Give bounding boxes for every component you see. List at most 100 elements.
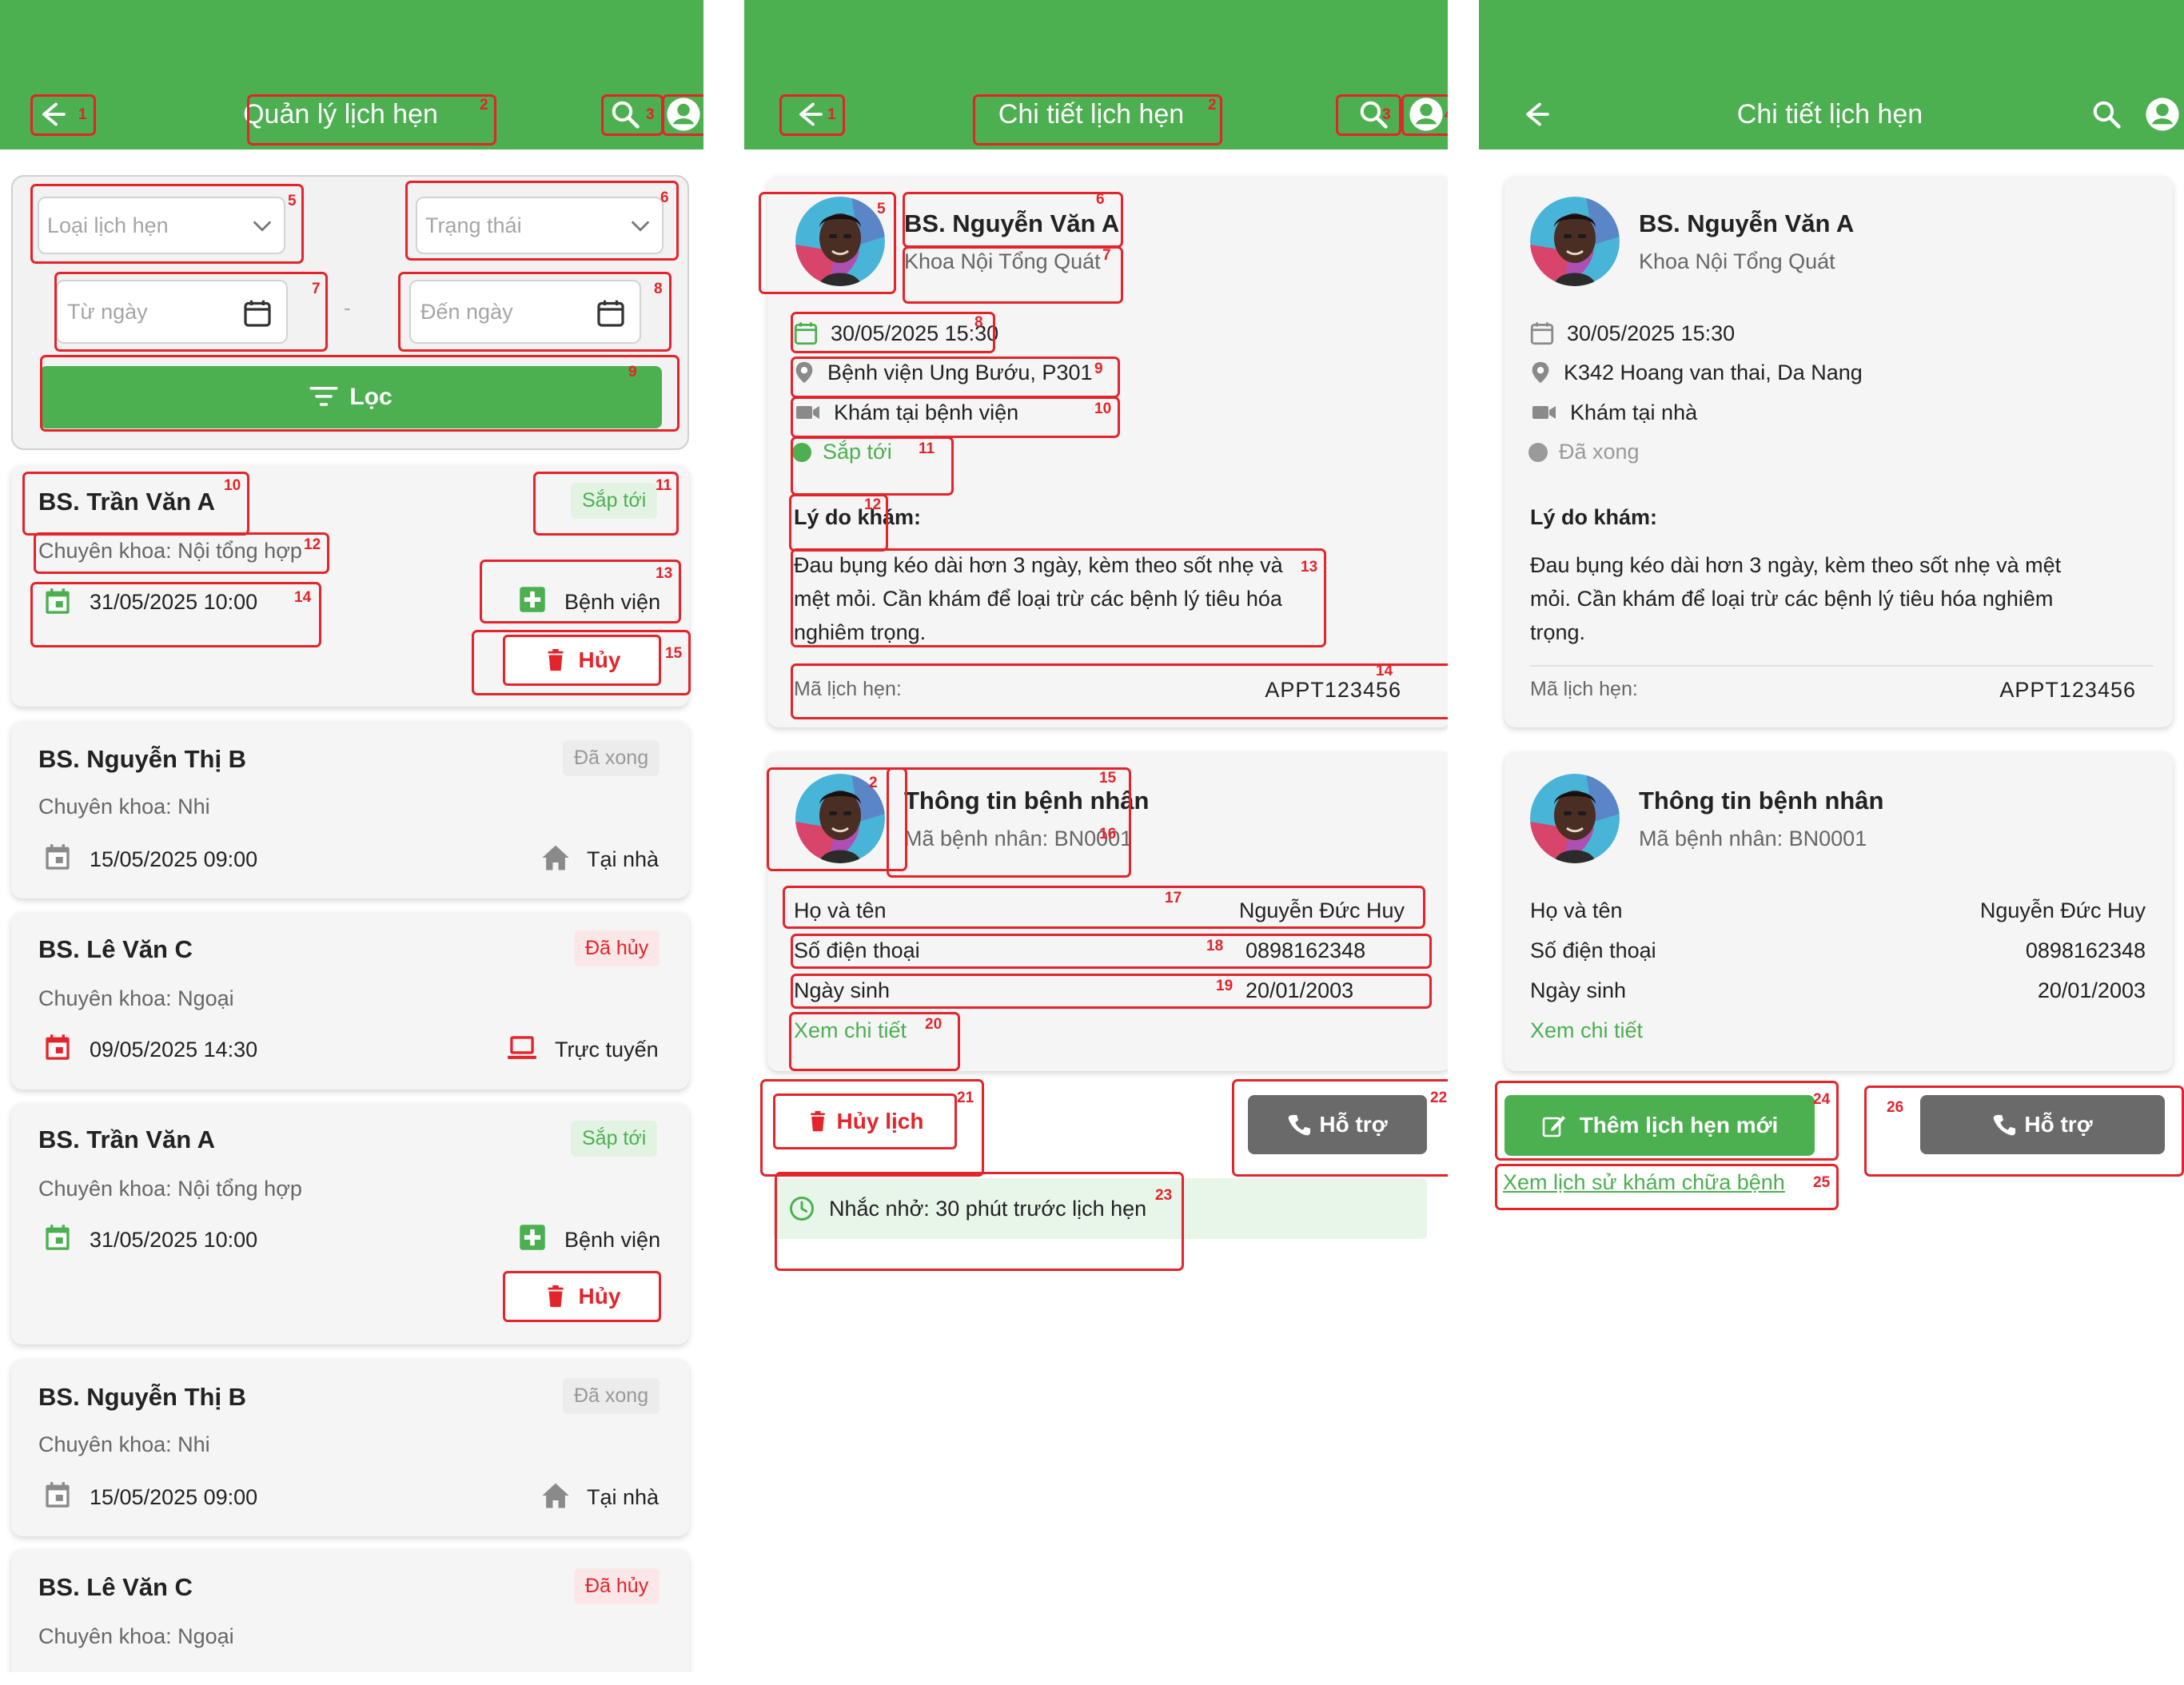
patient-phone: 0898162348 xyxy=(2025,938,2146,962)
appointment-status: Đã xong xyxy=(1559,440,1640,464)
annotation-box xyxy=(791,663,1448,719)
annotation-box xyxy=(791,312,995,353)
annotation-number: 20 xyxy=(925,1016,943,1033)
map-pin-icon xyxy=(1532,361,1549,384)
doctor-specialty: Chuyên khoa: Ngoại xyxy=(38,986,234,1010)
doctor-name: BS. Lê Văn C xyxy=(38,1573,193,1601)
annotation-box xyxy=(480,560,681,623)
annotation-box xyxy=(662,94,703,136)
page-title: Chi tiết lịch hẹn xyxy=(1736,99,1923,129)
annotation-box xyxy=(54,272,328,352)
appointment-datetime: 09/05/2025 14:30 xyxy=(90,1038,258,1062)
appointment-code: APPT123456 xyxy=(1999,678,2136,702)
annotation-box xyxy=(405,181,679,261)
doctor-name: BS. Nguyễn Thị B xyxy=(38,745,247,773)
annotation-box xyxy=(472,630,691,695)
patient-name-label: Họ và tên xyxy=(1530,898,1623,922)
search-button[interactable] xyxy=(2086,94,2126,134)
cancel-button-label: Hủy xyxy=(578,1284,621,1309)
annotation-number: 2 xyxy=(480,97,488,114)
annotation-number: 26 xyxy=(1887,1099,1904,1116)
appointment-mode: Khám tại nhà xyxy=(1570,400,1698,424)
annotation-box xyxy=(1864,1085,2184,1177)
annotation-number: 23 xyxy=(1155,1187,1173,1204)
patient-id: Mã bệnh nhân: BN0001 xyxy=(1639,827,1867,850)
annotation-box xyxy=(30,184,304,264)
annotation-number: 22 xyxy=(1430,1089,1448,1106)
doctor-department: Khoa Nội Tổng Quát xyxy=(1639,249,1835,273)
annotation-number: 9 xyxy=(1094,361,1103,377)
annotation-number: 5 xyxy=(877,201,886,217)
doctor-name: BS. Nguyễn Thị B xyxy=(38,1383,247,1411)
annotation-box xyxy=(791,974,1432,1009)
video-icon xyxy=(1532,406,1556,419)
annotation-box xyxy=(759,192,896,294)
annotation-box xyxy=(22,472,249,536)
date-range-separator: - xyxy=(344,296,351,320)
annotation-number: 3 xyxy=(1382,106,1391,123)
annotation-box xyxy=(760,1079,984,1177)
page-bottom-edge xyxy=(0,1672,703,1685)
annotation-number: 25 xyxy=(1813,1174,1831,1191)
patient-avatar xyxy=(1530,774,1620,863)
patient-dob-label: Ngày sinh xyxy=(1530,978,1627,1002)
search-icon xyxy=(2091,99,2122,129)
profile-button[interactable] xyxy=(2142,94,2182,134)
doctor-name: BS. Lê Văn C xyxy=(38,935,193,963)
appointment-datetime: 31/05/2025 10:00 xyxy=(90,1228,258,1252)
annotation-number: 14 xyxy=(294,589,312,606)
doctor-specialty: Chuyên khoa: Nhi xyxy=(38,795,210,819)
doctor-specialty: Chuyên khoa: Ngoại xyxy=(38,1624,234,1648)
appointment-datetime: 15/05/2025 09:00 xyxy=(90,847,258,871)
appointment-datetime: 30/05/2025 15:30 xyxy=(1567,321,1736,345)
annotation-number: 3 xyxy=(646,106,655,123)
user-circle-icon xyxy=(2146,98,2179,131)
annotation-number: 19 xyxy=(1216,978,1233,994)
trash-icon xyxy=(548,1285,563,1308)
annotation-box xyxy=(40,355,680,432)
patient-dob: 20/01/2003 xyxy=(2037,978,2146,1002)
calendar-event-icon xyxy=(46,1034,70,1060)
annotation-box xyxy=(1401,94,1448,136)
annotation-number: 6 xyxy=(1096,191,1105,208)
annotation-box xyxy=(973,94,1222,145)
annotation-box xyxy=(887,767,1131,878)
annotation-number: 9 xyxy=(628,364,637,380)
annotation-box xyxy=(34,532,329,574)
cancel-appointment-button[interactable]: Hủy xyxy=(503,1271,661,1322)
patient-phone-label: Số điện thoại xyxy=(1530,938,1656,962)
doctor-name: BS. Nguyễn Văn A xyxy=(1639,209,1855,237)
doctor-name: BS. Trần Văn A xyxy=(38,1125,216,1153)
annotation-box xyxy=(247,94,496,145)
calendar-event-icon xyxy=(46,1225,70,1250)
annotation-box xyxy=(1232,1079,1448,1177)
status-badge: Đã xong xyxy=(563,740,660,776)
status-badge: Đã hủy xyxy=(574,1568,660,1604)
annotation-box xyxy=(791,548,1326,647)
view-patient-detail-link[interactable]: Xem chi tiết xyxy=(1530,1018,1643,1043)
annotation-box xyxy=(783,886,1425,929)
status-badge: Sắp tới xyxy=(571,1121,658,1157)
divider xyxy=(1530,665,2154,667)
annotation-number: 24 xyxy=(1813,1091,1831,1108)
annotation-number: 8 xyxy=(974,314,983,331)
annotation-number: 16 xyxy=(1099,826,1117,842)
appointment-location: Tại nhà xyxy=(587,847,660,871)
annotation-box xyxy=(1336,94,1401,136)
annotation-number: 10 xyxy=(1094,400,1112,417)
screen-appointment-detail-done: Chi tiết lịch hẹn BS. Nguyễn Văn A Khoa … xyxy=(1479,0,2184,1685)
annotation-number: 7 xyxy=(312,281,321,297)
appointment-location: Tại nhà xyxy=(587,1485,660,1509)
status-dot-icon xyxy=(1528,442,1548,462)
annotation-box xyxy=(791,396,1120,438)
annotation-number: 6 xyxy=(660,189,669,206)
annotation-box xyxy=(1495,1164,1839,1210)
annotation-number: 1 xyxy=(827,106,836,123)
annotation-box xyxy=(791,357,1120,398)
annotation-number: 15 xyxy=(1099,770,1117,787)
appointment-location: Bệnh viện xyxy=(564,1228,661,1252)
appointment-datetime: 15/05/2025 09:00 xyxy=(90,1485,258,1509)
status-row: Đã xong xyxy=(1528,440,1640,464)
annotation-box xyxy=(791,934,1432,969)
patient-name: Nguyễn Đức Huy xyxy=(1979,898,2146,922)
